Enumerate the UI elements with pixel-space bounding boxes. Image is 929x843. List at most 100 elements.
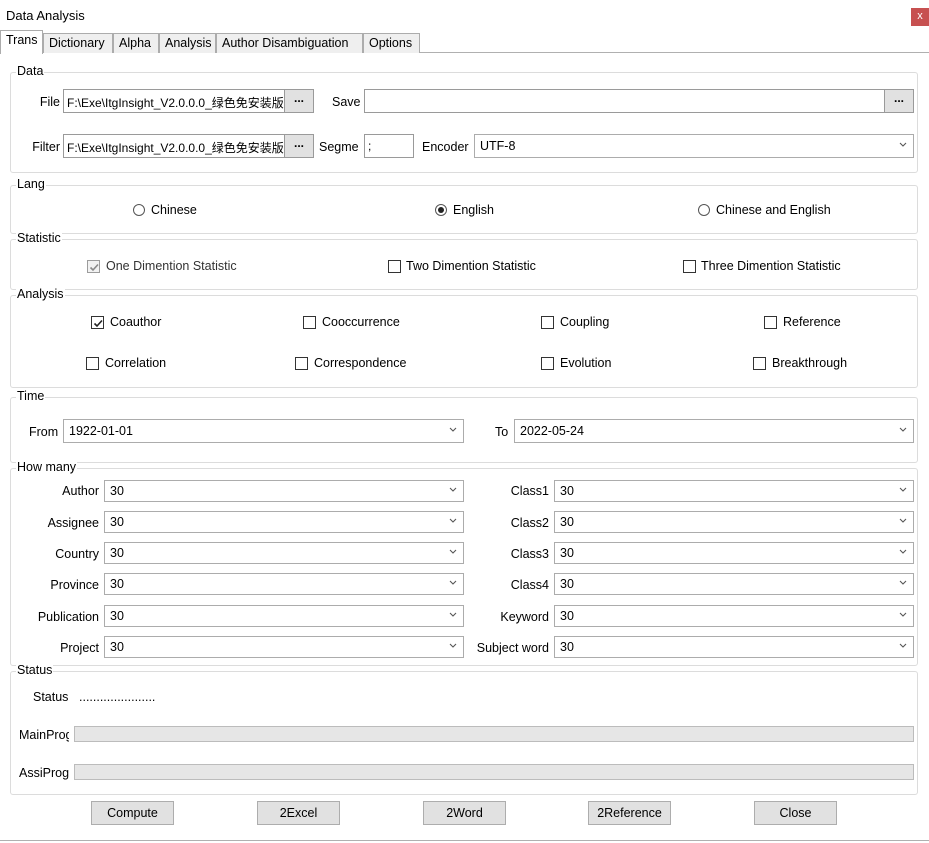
class4-count-value: 30 — [560, 577, 574, 591]
filter-path-field[interactable]: F:\Exe\ItgInsight_V2.0.0.0_绿色免安装版 — [63, 134, 285, 158]
window-bottom-border — [0, 840, 929, 841]
file-path-field[interactable]: F:\Exe\ItgInsight_V2.0.0.0_绿色免安装版 — [63, 89, 285, 113]
breakthrough-checkbox[interactable] — [753, 357, 766, 370]
author-count-value: 30 — [110, 484, 124, 498]
chevron-down-icon — [898, 608, 908, 622]
cooccurrence-checkbox[interactable] — [303, 316, 316, 329]
tab-bar: Trans Dictionary Alpha Analysis Author D… — [0, 30, 929, 54]
close-window-button[interactable]: x — [911, 8, 929, 26]
project-count-value: 30 — [110, 640, 124, 654]
correlation-checkbox[interactable] — [86, 357, 99, 370]
project-label: Project — [60, 641, 99, 655]
lang-chinese-english-radio[interactable] — [698, 204, 710, 216]
publication-label: Publication — [37, 610, 99, 624]
export-word-button[interactable]: 2Word — [423, 801, 506, 825]
coupling-label: Coupling — [560, 315, 610, 329]
chevron-down-icon — [448, 576, 458, 590]
chevron-down-icon — [898, 483, 908, 497]
file-label: File — [39, 95, 60, 109]
status-group-label: Status — [16, 663, 54, 677]
save-path-field[interactable] — [364, 89, 885, 113]
two-dimention-checkbox[interactable] — [388, 260, 401, 273]
filter-browse-button[interactable]: ... — [284, 134, 314, 158]
province-count-value: 30 — [110, 577, 124, 591]
country-count-value: 30 — [110, 546, 124, 560]
tab-author-disambiguation[interactable]: Author Disambiguation — [216, 33, 363, 53]
evolution-label: Evolution — [560, 356, 612, 370]
save-label: Save — [332, 95, 361, 109]
class2-label: Class2 — [510, 516, 549, 530]
lang-chinese-label: Chinese — [151, 203, 197, 217]
close-button[interactable]: Close — [754, 801, 837, 825]
correlation-label: Correlation — [105, 356, 167, 370]
file-browse-button[interactable]: ... — [284, 89, 314, 113]
tab-analysis[interactable]: Analysis — [159, 33, 216, 53]
project-count-select[interactable]: 30 — [104, 636, 464, 658]
assiprog-label: AssiProg — [19, 766, 70, 780]
three-dimention-checkbox[interactable] — [683, 260, 696, 273]
reference-checkbox[interactable] — [764, 316, 777, 329]
subject-word-label: Subject word — [476, 641, 549, 655]
chevron-down-icon — [898, 138, 908, 152]
chevron-down-icon — [898, 576, 908, 590]
coupling-checkbox[interactable] — [541, 316, 554, 329]
from-date-select[interactable]: 1922-01-01 — [63, 419, 464, 443]
keyword-count-select[interactable]: 30 — [554, 605, 914, 627]
tab-alpha[interactable]: Alpha — [113, 33, 159, 53]
to-label: To — [495, 425, 509, 439]
assi-progress-bar — [74, 764, 914, 780]
cooccurrence-label: Cooccurrence — [322, 315, 400, 329]
segme-field[interactable]: ; — [364, 134, 414, 158]
tab-trans[interactable]: Trans — [0, 30, 43, 54]
filter-label: Filter — [32, 140, 60, 154]
lang-chinese-radio[interactable] — [133, 204, 145, 216]
lang-english-radio[interactable] — [435, 204, 447, 216]
encoder-select[interactable]: UTF-8 — [474, 134, 914, 158]
class2-count-select[interactable]: 30 — [554, 511, 914, 533]
time-group-label: Time — [16, 389, 46, 403]
export-reference-button[interactable]: 2Reference — [588, 801, 671, 825]
tab-dictionary[interactable]: Dictionary — [43, 33, 113, 53]
country-count-select[interactable]: 30 — [104, 542, 464, 564]
from-label: From — [29, 425, 59, 439]
chevron-down-icon — [448, 514, 458, 528]
coauthor-checkbox[interactable] — [91, 316, 104, 329]
assignee-label: Assignee — [47, 516, 99, 530]
encoder-value: UTF-8 — [480, 139, 516, 153]
class4-label: Class4 — [510, 578, 549, 592]
chevron-down-icon — [898, 639, 908, 653]
one-dimention-label: One Dimention Statistic — [106, 259, 237, 273]
province-count-select[interactable]: 30 — [104, 573, 464, 595]
author-label: Author — [62, 484, 99, 498]
subject-word-count-select[interactable]: 30 — [554, 636, 914, 658]
chevron-down-icon — [448, 545, 458, 559]
assignee-count-value: 30 — [110, 515, 124, 529]
export-excel-button[interactable]: 2Excel — [257, 801, 340, 825]
lang-chinese-english-label: Chinese and English — [716, 203, 831, 217]
checkmark-icon — [89, 263, 99, 272]
tab-options[interactable]: Options — [363, 33, 420, 53]
correspondence-checkbox[interactable] — [295, 357, 308, 370]
evolution-checkbox[interactable] — [541, 357, 554, 370]
statistic-group-label: Statistic — [16, 231, 62, 245]
analysis-group — [10, 295, 918, 388]
class3-count-select[interactable]: 30 — [554, 542, 914, 564]
subject-word-count-value: 30 — [560, 640, 574, 654]
encoder-label: Encoder — [422, 140, 469, 154]
save-browse-button[interactable]: ... — [884, 89, 914, 113]
assignee-count-select[interactable]: 30 — [104, 511, 464, 533]
class3-label: Class3 — [510, 547, 549, 561]
publication-count-select[interactable]: 30 — [104, 605, 464, 627]
one-dimention-checkbox[interactable] — [87, 260, 100, 273]
compute-button[interactable]: Compute — [91, 801, 174, 825]
status-label: Status — [33, 690, 69, 704]
reference-label: Reference — [783, 315, 841, 329]
class1-count-select[interactable]: 30 — [554, 480, 914, 502]
keyword-label: Keyword — [500, 610, 549, 624]
lang-english-label: English — [453, 203, 494, 217]
to-date-select[interactable]: 2022-05-24 — [514, 419, 914, 443]
main-progress-bar — [74, 726, 914, 742]
chevron-down-icon — [448, 639, 458, 653]
class4-count-select[interactable]: 30 — [554, 573, 914, 595]
author-count-select[interactable]: 30 — [104, 480, 464, 502]
